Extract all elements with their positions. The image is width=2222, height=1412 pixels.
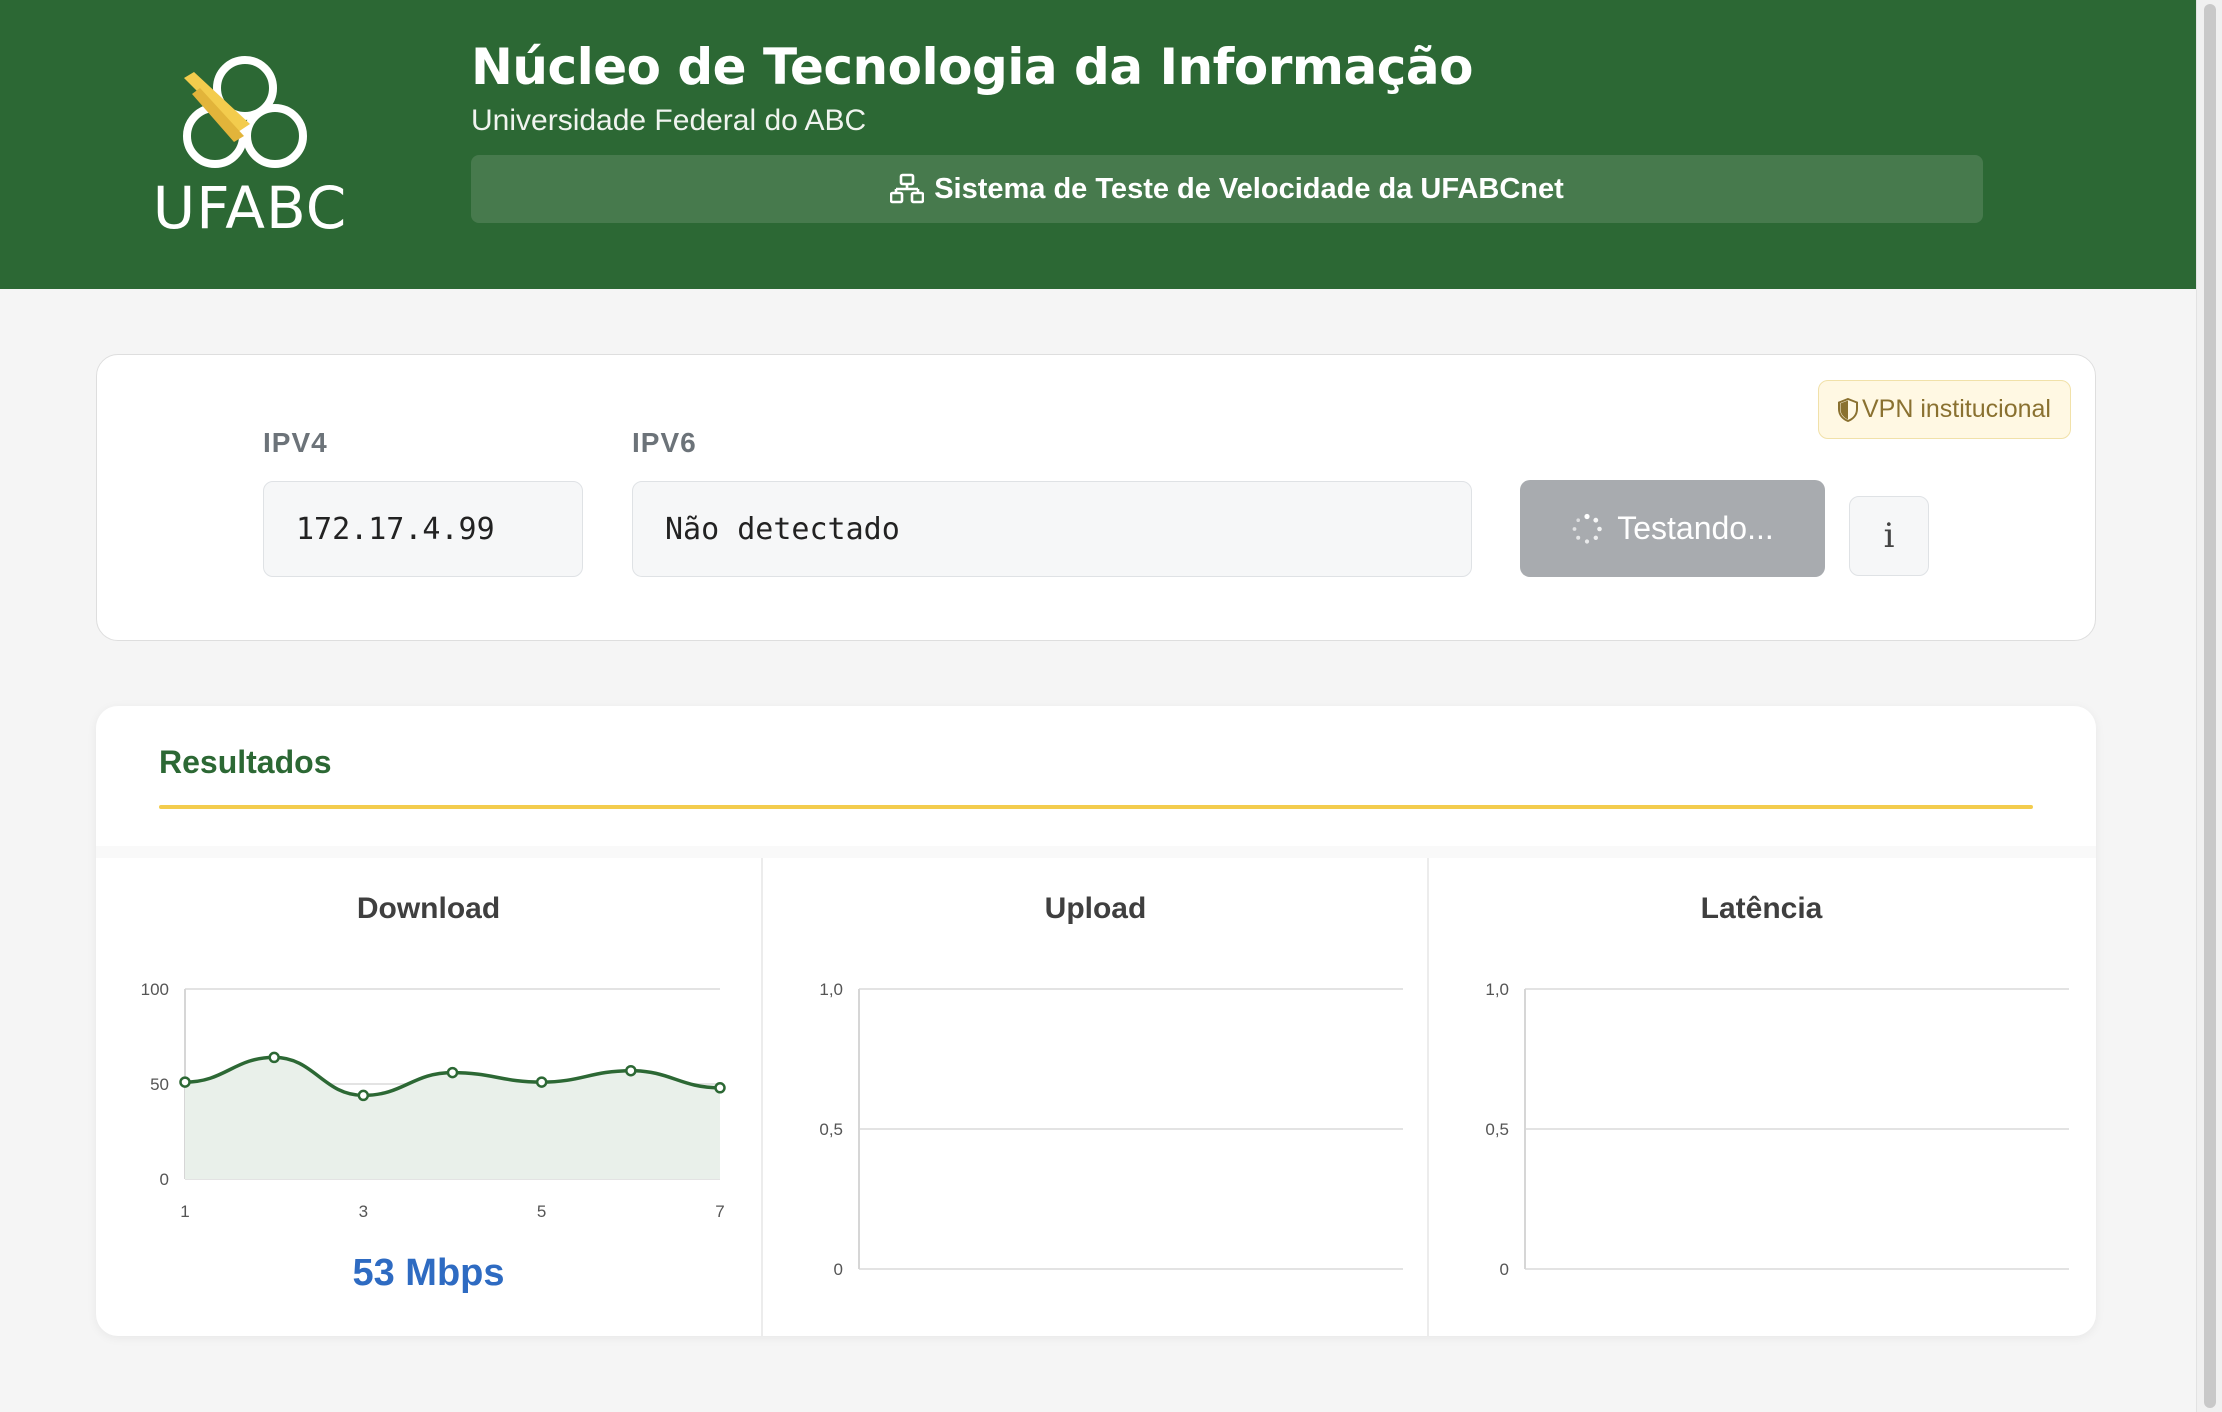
download-point [357,1089,370,1102]
y-tick-label: 1,0 [819,980,843,999]
network-icon [890,173,925,205]
results-divider [159,805,2033,809]
download-chart: 0 50 100 1 3 5 7 [141,980,726,1221]
y-tick-label: 0,5 [1485,1120,1509,1139]
download-point [625,1064,637,1077]
page-subtitle: Universidade Federal do ABC [471,104,867,137]
download-point [268,1051,280,1064]
page-title: Núcleo de Tecnologia da Informação [471,38,1474,96]
page-scrollbar[interactable] [2196,0,2222,1412]
ipv4-label: IPV4 [263,427,328,458]
y-tick-label: 0 [1500,1260,1509,1279]
x-tick-label: 3 [359,1202,368,1221]
ip-panel: IPV4 172.17.4.99 IPV6 Não detectado Test… [96,354,2096,641]
y-tick-label: 0,5 [819,1120,843,1139]
download-point [714,1082,726,1094]
start-test-button[interactable]: Testando... [1520,480,1825,577]
system-banner-label: Sistema de Teste de Velocidade da UFABCn… [934,172,1564,205]
upload-chart: 0 0,5 1,0 [819,980,1403,1279]
results-title: Resultados [159,744,332,780]
scrollbar-thumb[interactable] [2204,4,2216,1408]
vpn-badge-label: VPN institucional [1862,395,2051,423]
results-panel: Resultados Download Upload Latência 0 50 1… [96,706,2096,1336]
y-tick-label: 100 [141,980,169,999]
x-tick-label: 5 [537,1202,546,1221]
shield-icon [1838,397,1858,422]
ufabc-logo-mark [183,56,307,168]
header: UFABC Núcleo de Tecnologia da Informação… [0,0,2196,289]
download-point [535,1076,548,1088]
upload-title: Upload [1044,892,1147,925]
vpn-badge: VPN institucional [1818,380,2071,439]
y-tick-label: 1,0 [1485,980,1509,999]
logo-text: UFABC [152,174,348,242]
ipv4-field[interactable]: 172.17.4.99 [263,481,583,577]
y-tick-label: 0 [834,1260,843,1279]
latency-title: Latência [1700,892,1823,925]
ipv6-label: IPV6 [632,427,697,458]
x-tick-label: 7 [715,1202,724,1221]
ufabc-logo: UFABC [150,52,360,242]
results-strip [96,846,2096,858]
spinner-icon [1571,513,1603,545]
start-test-label: Testando... [1617,510,1774,546]
x-tick-label: 1 [180,1202,189,1221]
system-banner: Sistema de Teste de Velocidade da UFABCn… [471,155,1983,223]
download-title: Download [356,892,501,925]
info-button[interactable]: i [1849,496,1929,576]
download-point [446,1066,459,1079]
latency-chart: 0 0,5 1,0 [1485,980,2069,1279]
download-point [179,1076,191,1088]
download-speed-value: 53 Mbps [352,1252,505,1294]
y-tick-label: 50 [150,1075,169,1094]
y-tick-label: 0 [160,1170,169,1189]
ipv6-field[interactable]: Não detectado [632,481,1472,577]
